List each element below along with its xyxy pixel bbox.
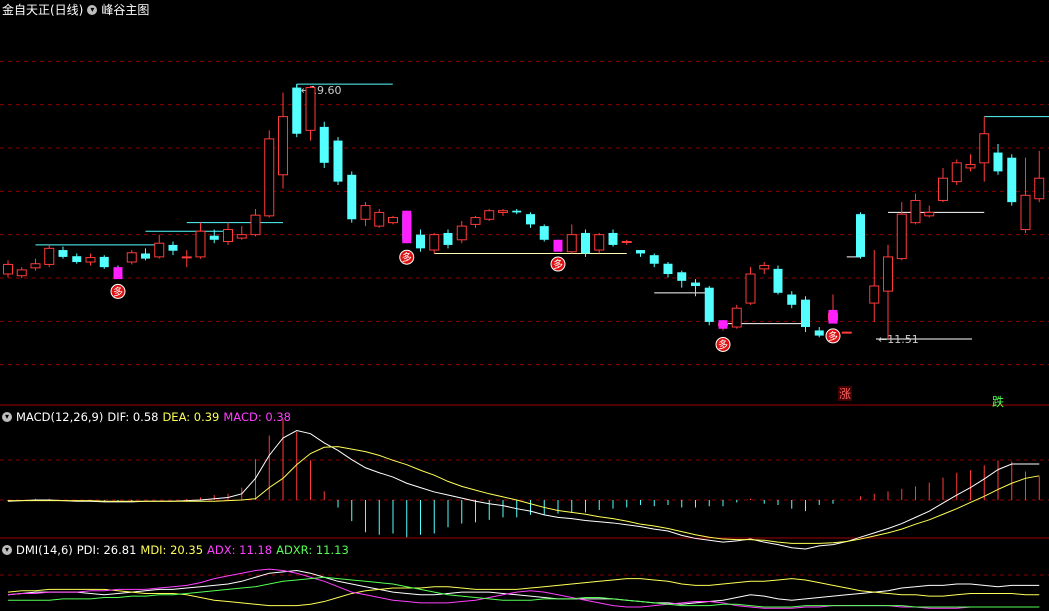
candle-body [470,217,481,225]
candle-body [663,263,673,274]
candle-body [512,210,522,213]
signal-candle [553,239,563,252]
mdi-line [7,578,1040,607]
candle-body [1034,177,1045,200]
candle-body [856,214,865,257]
candle-body [691,282,700,286]
candle-body [787,294,797,305]
candle-body [44,247,55,265]
candle-body [581,232,590,254]
candle-body [801,299,810,328]
candle-body [3,263,13,275]
candle-body [979,133,990,164]
candle-body [993,152,1003,172]
candle-body [209,235,219,240]
candle-body [99,256,109,268]
buy-signal-label: 多 [113,285,123,298]
candle-body [388,217,398,224]
candle-body [264,138,275,217]
candle-body [910,199,921,224]
buy-signal-label: 多 [718,338,728,351]
candle-body [141,253,150,259]
candle-body [305,87,316,131]
candle-body [677,272,687,281]
buy-signal-label: 多 [828,330,838,343]
candle-body [416,234,425,249]
adxr-line [8,576,1040,608]
candle-body [319,126,329,163]
candle-body [841,331,852,334]
candle-body [814,330,824,336]
candle-body [360,205,371,220]
candle-body [896,213,907,260]
candle-body [745,273,756,304]
candle-body [965,164,976,169]
buy-signal-label: 多 [553,258,563,271]
candle-body [278,116,288,176]
buy-signal-label: 多 [402,251,412,264]
stock-chart[interactable]: ←19.60←11.51多多多多多涨跌 [0,0,1049,611]
candle-body [236,234,247,239]
candle-body [731,307,742,328]
candle-body [333,140,343,182]
rise-signal-label: 涨 [839,386,851,401]
candle-body [621,241,632,243]
candle-body [773,268,783,293]
candle-body [759,264,770,270]
candle-body [498,210,508,213]
candle-body [484,210,495,220]
signal-candle [402,210,412,244]
candle-body [649,255,659,264]
candle-body [126,252,137,263]
candle-body [924,211,935,217]
fall-signal-label: 跌 [992,394,1004,409]
candle-body [539,226,549,240]
candle-body [951,162,962,183]
candle-body [869,285,880,304]
candle-body [636,250,645,254]
candle-body [566,234,577,253]
candle-body [250,214,261,236]
candle-body [456,225,467,241]
candle-body [938,177,948,201]
candle-body [526,214,535,225]
candle-body [1007,157,1017,203]
candle-body [374,211,385,227]
candle-body [58,250,68,257]
low-price-label: ←11.51 [878,333,919,346]
candle-body [16,269,27,277]
candle-body [168,244,178,251]
candle-body [154,242,165,258]
candle-body [223,229,233,243]
candle-body [594,234,605,251]
candle-body [704,287,714,322]
candle-body [1020,194,1031,231]
candle-body [608,232,618,245]
candle-body [443,232,453,245]
candle-body [883,256,893,292]
candle-body [72,256,82,263]
signal-candle [828,309,838,324]
candle-body [195,230,206,258]
candle-body [347,174,357,220]
candle-body [429,234,440,251]
signal-candle [113,267,123,280]
candle-body [30,263,41,269]
dea-line [8,446,1040,544]
candle-body [292,87,302,134]
signal-candle [718,320,728,329]
dif-line [7,430,1040,550]
candle-body [181,256,192,259]
candle-body [85,257,96,263]
